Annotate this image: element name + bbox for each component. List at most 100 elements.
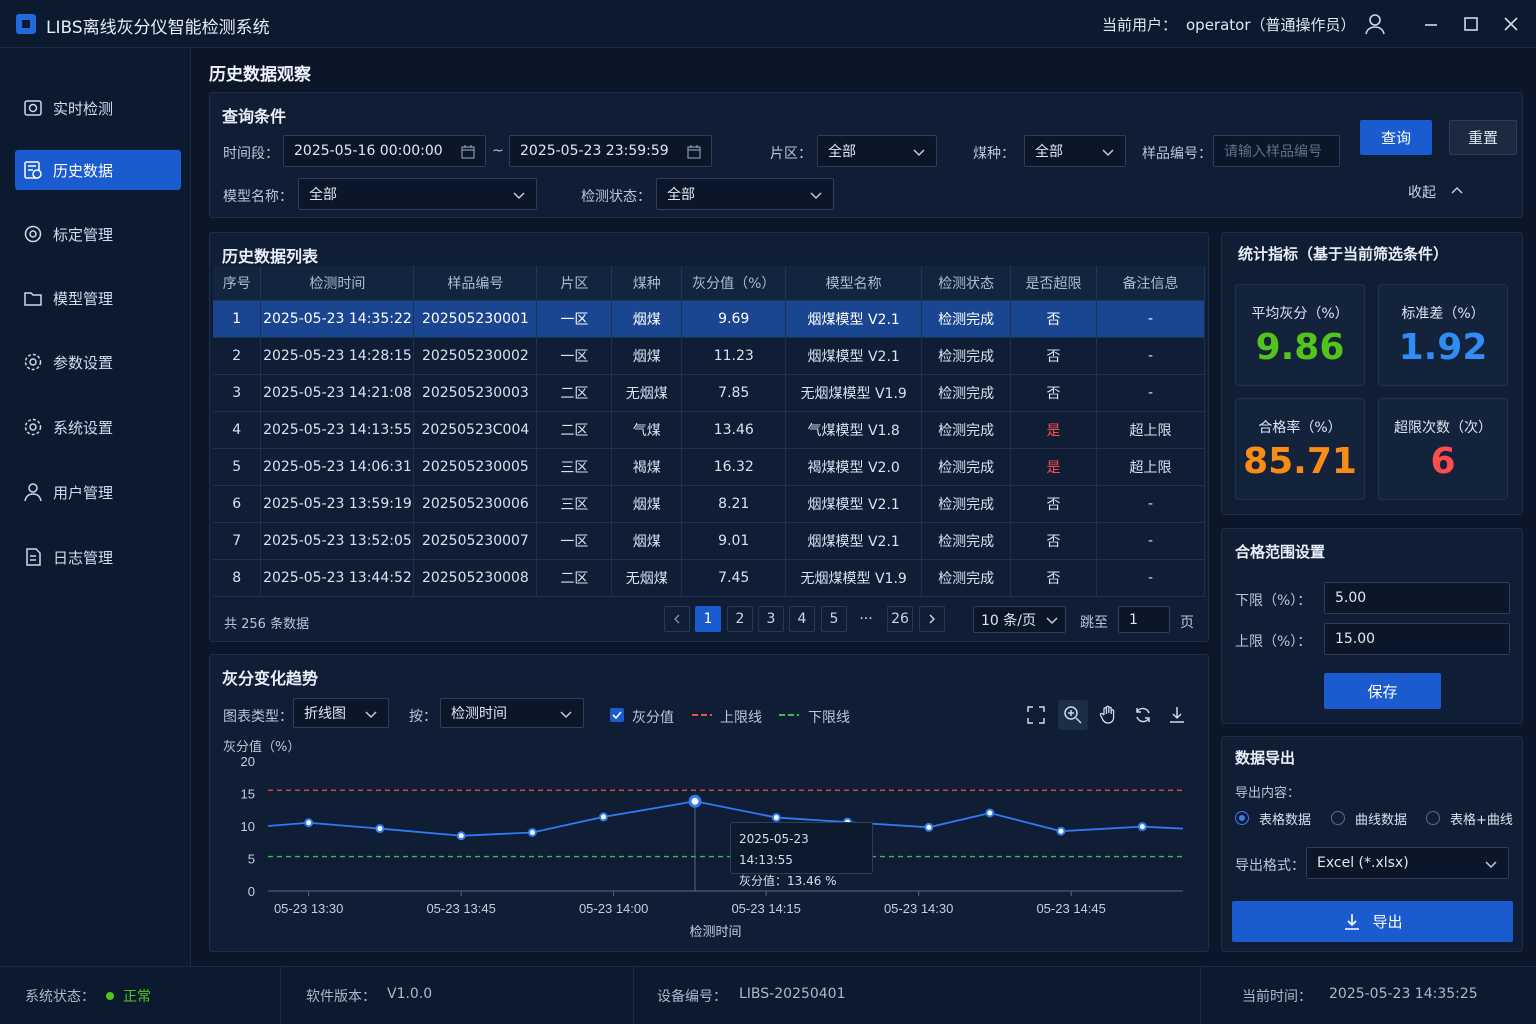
lower-value: 5.00: [1335, 590, 1367, 606]
table-row[interactable]: 6 2025-05-23 13:59:19 202505230006 三区 烟煤 8.21…: [213, 485, 1205, 523]
column-header: 样品编号: [413, 266, 538, 301]
table-cell: 检测完成: [921, 337, 1012, 375]
page-button[interactable]: 2: [727, 606, 753, 632]
save-button[interactable]: 保存: [1324, 673, 1441, 709]
y-tick-label: 20: [241, 754, 255, 769]
export-title: 数据导出: [1235, 749, 1296, 767]
radio-curve-data[interactable]: [1331, 811, 1345, 825]
radio-table-curve[interactable]: [1426, 811, 1440, 825]
x-tick-label: 05-23 14:15: [731, 901, 800, 916]
table-row[interactable]: 1 2025-05-23 14:35:22 202505230001 一区 烟煤 9.69…: [213, 300, 1205, 338]
next-page-button[interactable]: [919, 606, 945, 632]
chart-type-select[interactable]: 折线图: [293, 698, 389, 728]
prev-page-button[interactable]: [664, 606, 690, 632]
device-label: 设备编号：: [657, 989, 727, 1005]
chevron-up-icon[interactable]: [1450, 184, 1464, 198]
page-button[interactable]: 1: [695, 606, 721, 632]
sidebar-item-users[interactable]: 用户管理: [15, 472, 181, 512]
sample-input[interactable]: 请输入样品编号: [1213, 135, 1340, 167]
stat-label: 合格率（%）: [1258, 420, 1342, 436]
zoom-in-icon: [1064, 706, 1082, 724]
export-button-label: 导出: [1372, 913, 1403, 931]
legend-upper: 上限线: [720, 710, 762, 726]
download-icon[interactable]: [1167, 705, 1187, 725]
jump-input[interactable]: 1: [1118, 606, 1170, 633]
page-button[interactable]: 4: [789, 606, 815, 632]
lower-label: 下限（%）：: [1235, 593, 1312, 609]
pan-hand-icon[interactable]: [1098, 705, 1118, 725]
reset-button[interactable]: 重置: [1449, 120, 1517, 155]
fullscreen-icon[interactable]: [1026, 705, 1046, 725]
collapse-link[interactable]: 收起: [1408, 182, 1436, 202]
gear-icon: [24, 418, 42, 436]
table-row[interactable]: 2 2025-05-23 14:28:15 202505230002 一区 烟煤 11.2…: [213, 337, 1205, 375]
page-button[interactable]: 26: [887, 606, 913, 632]
table-cell: 是: [1010, 411, 1097, 449]
table-cell: 一区: [536, 522, 613, 560]
sidebar-item-history[interactable]: 历史数据: [15, 150, 181, 190]
export-format-select[interactable]: Excel (*.xlsx): [1306, 847, 1509, 879]
chevron-down-icon: [560, 711, 572, 719]
status-label: 检测状态：: [581, 189, 651, 205]
export-button[interactable]: 导出: [1232, 901, 1513, 942]
maximize-icon[interactable]: [1460, 13, 1482, 35]
ash-checkbox[interactable]: [610, 708, 624, 722]
status-select[interactable]: 全部: [656, 178, 834, 210]
close-icon[interactable]: [1500, 13, 1522, 35]
end-time-input[interactable]: 2025-05-23 23:59:59: [509, 135, 712, 167]
chart-type-value: 折线图: [304, 706, 346, 722]
table-cell: 超上限: [1096, 411, 1205, 449]
radio-table-data[interactable]: [1235, 811, 1249, 825]
data-point: [599, 812, 608, 822]
table-row[interactable]: 3 2025-05-23 14:21:08 202505230003 二区 无烟煤 7.8…: [213, 374, 1205, 412]
x-axis-title: 检测时间: [689, 924, 741, 939]
table-cell: 7.45: [681, 559, 787, 597]
x-tick-label: 05-23 13:30: [274, 901, 343, 916]
table-cell: 2025-05-23 14:35:22: [260, 300, 415, 338]
sidebar-item-calibration[interactable]: 标定管理: [15, 214, 181, 254]
by-select[interactable]: 检测时间: [440, 698, 584, 728]
table-cell: 检测完成: [921, 485, 1012, 523]
minimize-icon[interactable]: [1420, 13, 1442, 35]
zoom-button[interactable]: [1058, 700, 1088, 730]
sidebar-item-label: 模型管理: [53, 289, 114, 308]
table-cell: 4: [213, 411, 262, 449]
sidebar-item-label: 参数设置: [53, 353, 114, 372]
start-time-input[interactable]: 2025-05-16 00:00:00: [283, 135, 486, 167]
data-point: [1056, 826, 1066, 836]
table-cell: 检测完成: [921, 559, 1012, 597]
table-cell: 烟煤: [611, 485, 683, 523]
zone-select[interactable]: 全部: [817, 135, 937, 167]
model-select[interactable]: 全部: [298, 178, 537, 210]
table-row[interactable]: 5 2025-05-23 14:06:31 202505230005 三区 褐煤 16.3…: [213, 448, 1205, 486]
sidebar-item-realtime[interactable]: 实时检测: [15, 88, 181, 128]
table-cell: 2025-05-23 14:21:08: [260, 374, 415, 412]
page-button[interactable]: 3: [758, 606, 784, 632]
table-row[interactable]: 7 2025-05-23 13:52:05 202505230007 一区 烟煤 9.01…: [213, 522, 1205, 560]
radio-label: 曲线数据: [1355, 813, 1408, 828]
zone-label: 片区：: [770, 146, 812, 162]
table-cell: 2025-05-23 13:44:52: [260, 559, 415, 597]
time-separator: ~: [492, 143, 504, 159]
history-table: 序号 检测时间 样品编号 片区 煤种 灰分值（%） 模型名称 检测状态 是否超限 备注信息 1 20…: [213, 266, 1205, 597]
sidebar-item-params[interactable]: 参数设置: [15, 342, 181, 382]
coal-select[interactable]: 全部: [1024, 135, 1126, 167]
page-size-select[interactable]: 10 条/页: [973, 606, 1066, 633]
sample-placeholder: 请输入样品编号: [1224, 144, 1322, 160]
sidebar-item-logs[interactable]: 日志管理: [15, 537, 181, 577]
upper-input[interactable]: 15.00: [1324, 623, 1510, 655]
query-button[interactable]: 查询: [1360, 120, 1432, 155]
history-icon: [24, 161, 42, 179]
page-button[interactable]: 5: [821, 606, 847, 632]
footer-divider: [1200, 967, 1201, 1024]
table-cell: 烟煤模型 V2.1: [785, 337, 923, 375]
table-row[interactable]: 4 2025-05-23 14:13:55 20250523C004 二区 气煤 13.4…: [213, 411, 1205, 449]
app-logo-icon: [16, 14, 36, 34]
table-row[interactable]: 8 2025-05-23 13:44:52 202505230008 二区 无烟煤 7.4…: [213, 559, 1205, 597]
sidebar-item-models[interactable]: 模型管理: [15, 278, 181, 318]
refresh-icon[interactable]: [1133, 705, 1153, 725]
sidebar-item-system[interactable]: 系统设置: [15, 407, 181, 447]
lower-input[interactable]: 5.00: [1324, 582, 1510, 614]
table-cell: -: [1096, 485, 1205, 523]
user-icon[interactable]: [1364, 13, 1386, 35]
